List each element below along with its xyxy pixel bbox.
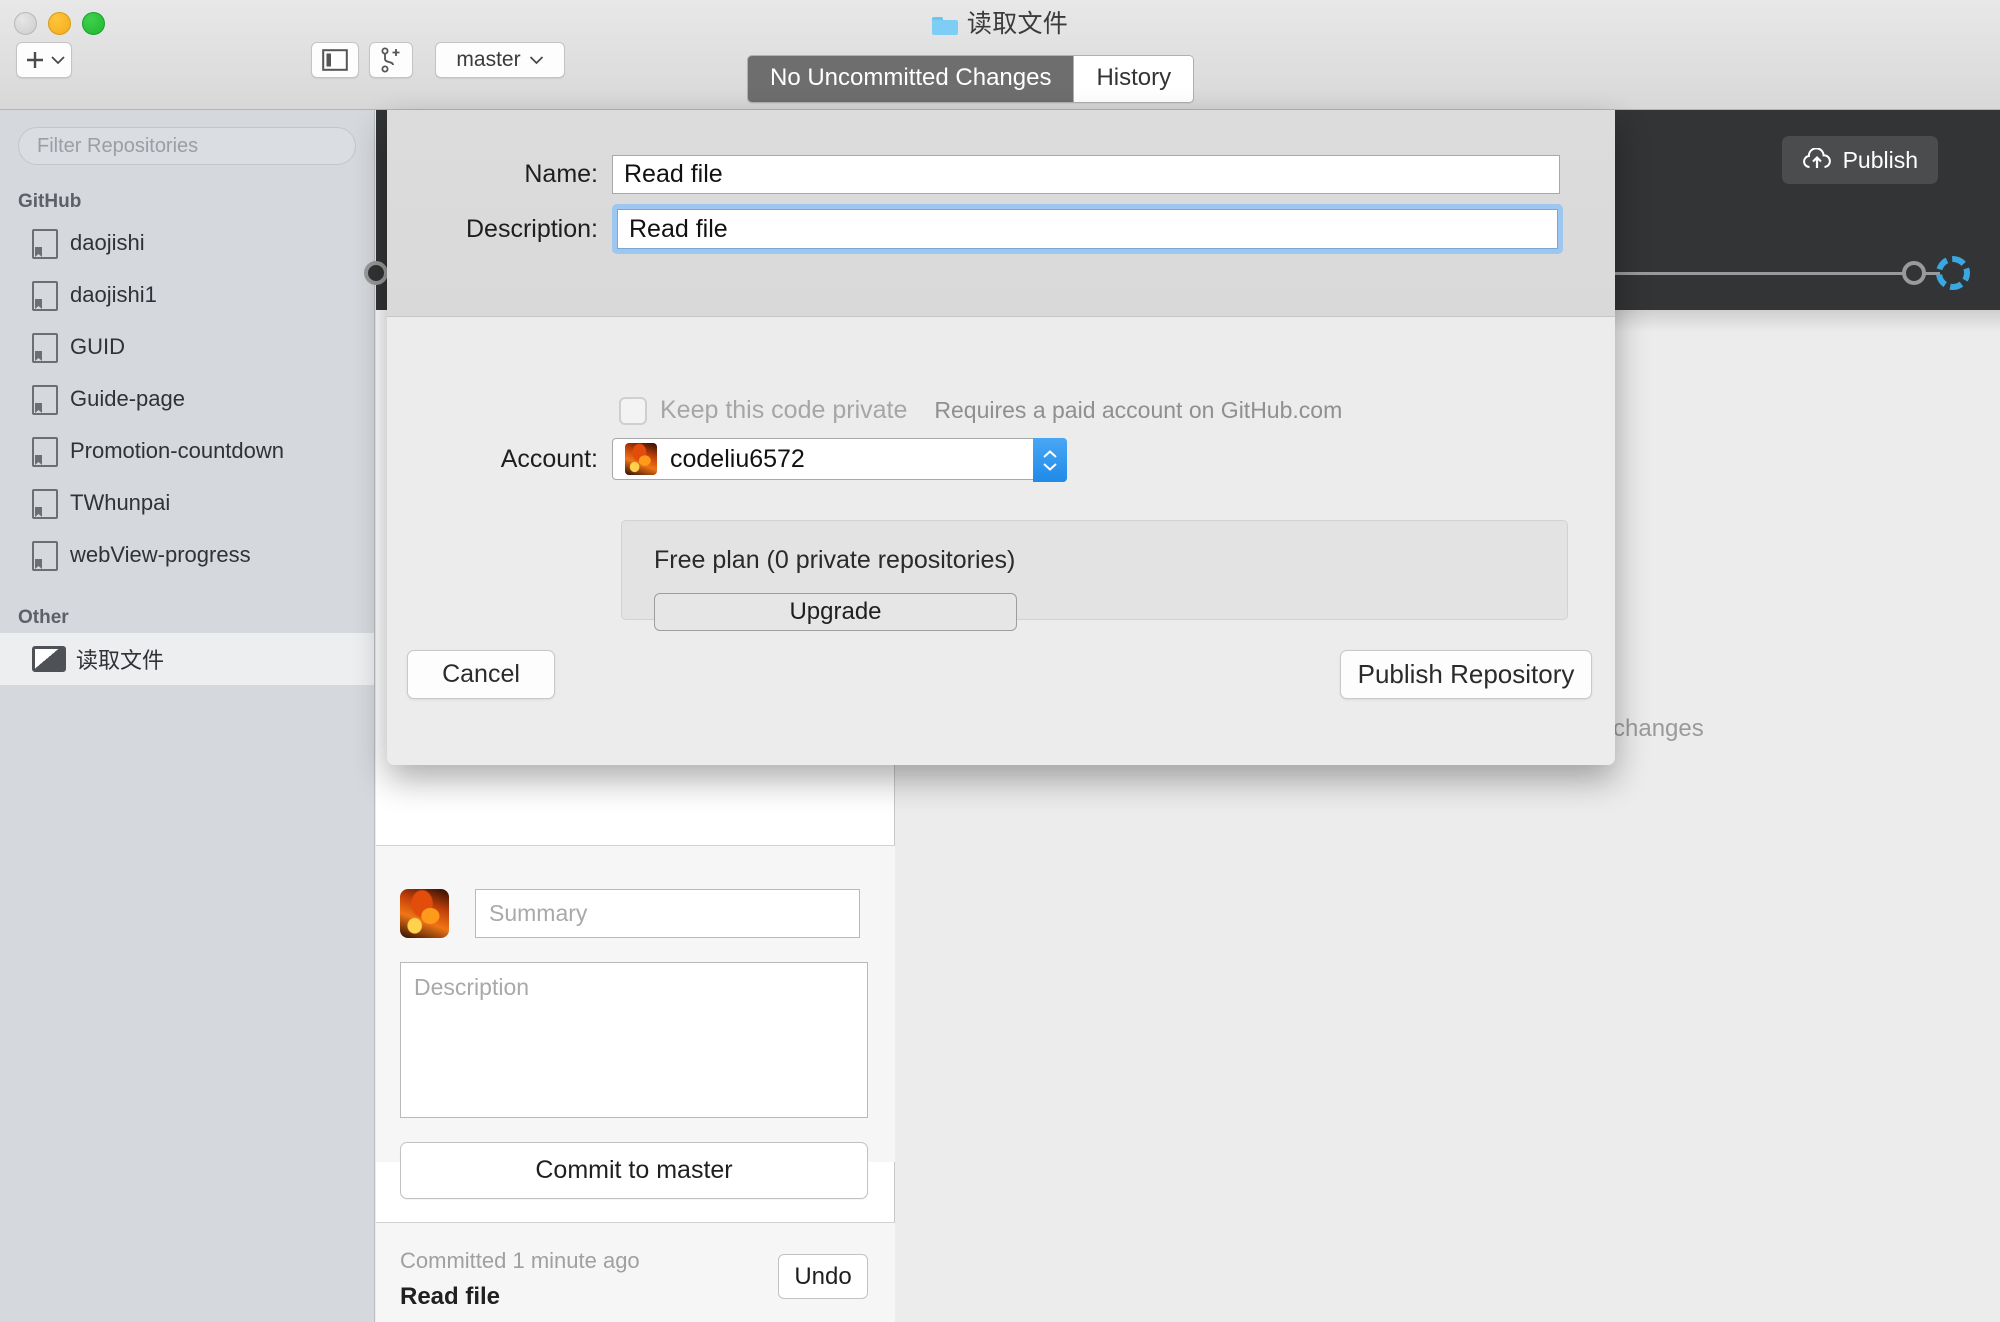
no-local-changes-text: changes (1613, 715, 1704, 742)
repo-label: TWhunpai (70, 490, 171, 515)
sidebar-group-github: GitHub (18, 191, 82, 212)
timeline-node[interactable] (1902, 261, 1926, 285)
timeline-pending-node[interactable] (1936, 256, 1970, 290)
commit-description-input[interactable]: Description (400, 962, 868, 1118)
name-label: Name: (524, 160, 598, 188)
add-repository-button[interactable] (16, 42, 72, 78)
branch-plus-icon (381, 47, 400, 73)
keep-private-label: Keep this code private (660, 396, 908, 424)
account-row: Account: codeliu6572 (387, 438, 1615, 482)
repo-book-icon (32, 281, 58, 311)
repo-book-icon (32, 385, 58, 415)
plan-description: Free plan (0 private repositories) (654, 546, 1016, 574)
toggle-sidebar-button[interactable] (311, 42, 359, 78)
sidebar-item-promotion-countdown[interactable]: Promotion-countdown (0, 425, 374, 477)
sidebar-item-daojishi1[interactable]: daojishi1 (0, 269, 374, 321)
commit-form: Summary Description Commit to master (376, 846, 895, 1199)
last-commit-bar: Committed 1 minute ago Read file Undo (376, 1223, 895, 1322)
repo-label: webView-progress (70, 542, 251, 567)
folder-icon (931, 15, 958, 35)
repo-label: daojishi1 (70, 282, 157, 307)
publish-button-label: Publish (1842, 146, 1918, 173)
paid-account-hint: Requires a paid account on GitHub.com (934, 397, 1343, 423)
account-label: Account: (500, 444, 598, 473)
avatar (400, 889, 449, 938)
repo-label: GUID (70, 334, 125, 359)
window-title-text: 读取文件 (966, 10, 1069, 38)
upgrade-button[interactable]: Upgrade (654, 593, 1017, 631)
sidebar-item-webview-progress[interactable]: webView-progress (0, 529, 374, 581)
branch-name-label: master (456, 48, 521, 71)
private-checkbox-row: Keep this code private Requires a paid a… (387, 396, 1615, 425)
avatar (625, 443, 657, 475)
repo-book-icon (32, 333, 58, 363)
name-row: Name: Read file (387, 155, 1615, 194)
plus-icon (27, 52, 43, 68)
keep-private-checkbox[interactable] (619, 396, 647, 425)
repo-label: daojishi (70, 230, 145, 255)
sidebar-item-twhunpai[interactable]: TWhunpai (0, 477, 374, 529)
filter-repositories-input[interactable]: Filter Repositories (18, 127, 356, 165)
new-branch-button[interactable] (369, 42, 413, 78)
repo-book-icon (32, 541, 58, 571)
publish-repository-dialog: Name: Read file Description: Read file K… (387, 110, 1615, 765)
description-field-wrap: Read file (612, 204, 1563, 254)
cloud-upload-icon (1802, 148, 1831, 168)
dialog-header-section: Name: Read file Description: Read file (387, 110, 1615, 317)
chevron-down-icon (51, 56, 65, 65)
repository-sidebar: Filter Repositories GitHub daojishi daoj… (0, 110, 375, 1322)
summary-row: Summary (400, 889, 860, 938)
chevron-down-icon (529, 56, 543, 65)
sidebar-toggle-icon (322, 49, 348, 71)
name-field-wrap: Read file (612, 155, 1560, 194)
plan-panel: Free plan (0 private repositories) Upgra… (621, 520, 1568, 631)
repo-book-icon (32, 437, 58, 467)
account-name: codeliu6572 (670, 444, 805, 473)
last-commit-time: Committed 1 minute ago (400, 1248, 640, 1273)
tab-changes[interactable]: No Uncommitted Changes (748, 56, 1074, 102)
name-input[interactable]: Read file (612, 155, 1560, 194)
view-tabs: No Uncommitted Changes History (747, 55, 1195, 103)
window-titlebar: 读取文件 master No Uncommitted Changes Histo (0, 0, 2000, 110)
sidebar-item-guide-page[interactable]: Guide-page (0, 373, 374, 425)
description-row: Description: Read file (387, 204, 1615, 254)
sidebar-group-other: Other (18, 607, 69, 628)
description-input[interactable]: Read file (617, 209, 1558, 249)
commit-to-master-button[interactable]: Commit to master (400, 1142, 868, 1199)
tab-history[interactable]: History (1073, 56, 1194, 102)
sidebar-item-guid[interactable]: GUID (0, 321, 374, 373)
monitor-icon (32, 646, 66, 672)
cancel-button[interactable]: Cancel (407, 650, 555, 699)
repo-book-icon (32, 489, 58, 519)
commit-summary-input[interactable]: Summary (475, 889, 860, 938)
repo-book-icon (32, 229, 58, 259)
sidebar-item-daojishi[interactable]: daojishi (0, 217, 374, 269)
account-select[interactable]: codeliu6572 (612, 438, 1067, 482)
repo-label: Guide-page (70, 386, 185, 411)
description-label: Description: (466, 214, 598, 243)
publish-repository-button[interactable]: Publish Repository (1340, 650, 1592, 699)
last-commit-message: Read file (400, 1283, 501, 1310)
undo-button[interactable]: Undo (778, 1254, 868, 1299)
repo-label: 读取文件 (76, 648, 165, 673)
stepper-up-down-icon[interactable] (1033, 438, 1067, 482)
publish-button[interactable]: Publish (1781, 136, 1938, 184)
sidebar-item-duqu-wenjian[interactable]: 读取文件 (0, 633, 374, 685)
branch-dropdown-button[interactable]: master (435, 42, 565, 78)
timeline-node[interactable] (364, 261, 388, 285)
repo-label: Promotion-countdown (70, 438, 285, 463)
window-title: 读取文件 (0, 4, 2000, 40)
